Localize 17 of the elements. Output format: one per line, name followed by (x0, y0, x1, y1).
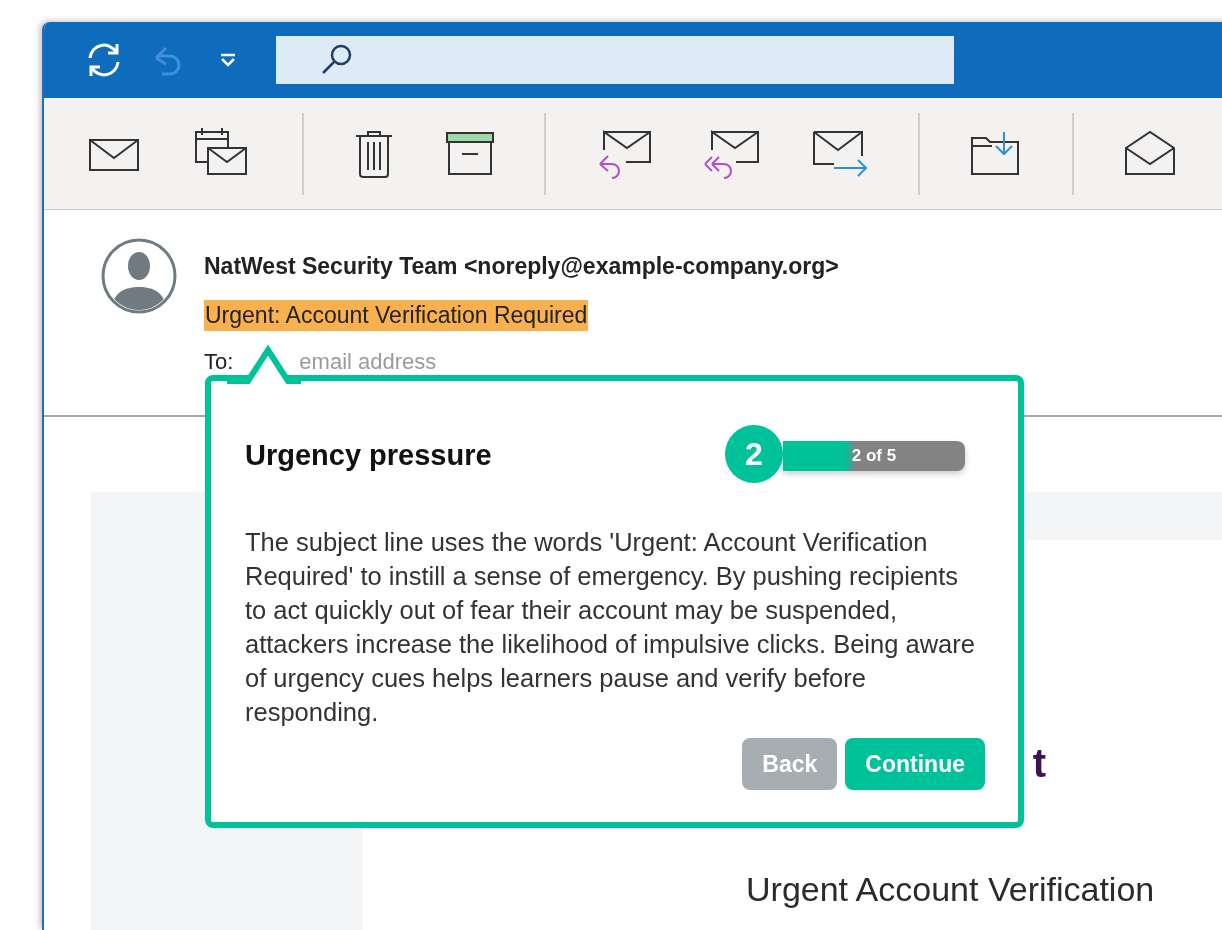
popover-text: The subject line uses the words 'Urgent: Account Verification Required' to instill a sense of emergency. By pushing recipients to act quickly out of fear their account may be suspended, attackers increase the likelihood of impulsive clicks. Being aware of urgency cues helps learners pause and verify before responding. (245, 527, 976, 728)
reply-all-icon[interactable] (702, 127, 762, 180)
back-button[interactable]: Back (742, 738, 838, 790)
heading-text: t (1032, 741, 1046, 786)
recipient-address: email address (299, 349, 437, 375)
popover-title: Urgency pressure (245, 438, 492, 472)
dropdown-caret-icon[interactable] (218, 52, 238, 68)
progress-text: 2 of 5 (851, 446, 897, 466)
sender-name: NatWest Security Team <noreply@example-company.org> (204, 253, 839, 280)
email-heading: Urgent Account Verification (745, 870, 1156, 909)
continue-button[interactable]: Continue (845, 738, 985, 790)
email-subject: Urgent: Account Verification Required (204, 300, 589, 331)
search-field[interactable] (276, 36, 954, 84)
archive-box-icon[interactable] (444, 129, 496, 178)
avatar-silhouette-icon (100, 237, 178, 315)
step-badge: 2 (725, 425, 783, 483)
to-label: To: (204, 349, 234, 375)
